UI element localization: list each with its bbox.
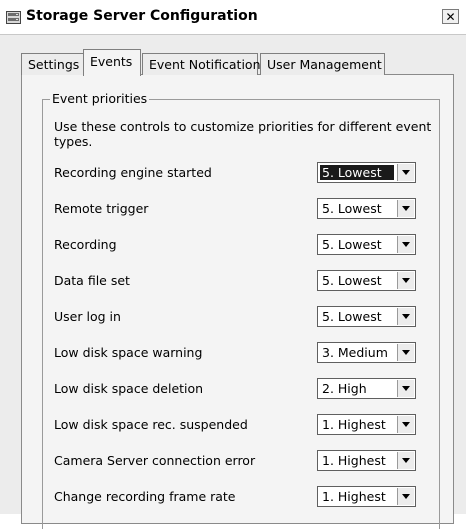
group-title: Event priorities <box>50 91 150 106</box>
priority-value: 2. High <box>322 381 367 396</box>
priority-select[interactable]: 3. Medium <box>317 342 416 363</box>
priority-value: 1. Highest <box>322 417 386 432</box>
priority-value: 1. Highest <box>322 453 386 468</box>
close-icon[interactable]: ✕ <box>442 9 459 24</box>
dropdown-arrow-icon[interactable] <box>397 416 414 433</box>
dropdown-arrow-icon[interactable] <box>397 164 414 181</box>
priority-value: 5. Lowest <box>322 273 382 288</box>
priority-select[interactable]: 5. Lowest <box>317 234 416 255</box>
event-label: Recording engine started <box>54 165 212 180</box>
event-label: Data file set <box>54 273 130 288</box>
priority-value: 5. Lowest <box>320 165 394 180</box>
dropdown-arrow-icon[interactable] <box>397 236 414 253</box>
event-label: Low disk space warning <box>54 345 203 360</box>
dropdown-arrow-icon[interactable] <box>397 488 414 505</box>
priority-value: 5. Lowest <box>322 309 382 324</box>
event-label: Change recording frame rate <box>54 489 236 504</box>
tab-event-notification[interactable]: Event Notification <box>142 53 261 75</box>
event-label: Remote trigger <box>54 201 149 216</box>
server-app-icon <box>6 11 21 24</box>
event-label: Low disk space rec. suspended <box>54 417 248 432</box>
dropdown-arrow-icon[interactable] <box>397 452 414 469</box>
configuration-window: Storage Server Configuration ✕ Settings … <box>0 0 466 529</box>
tab-settings[interactable]: Settings <box>21 53 84 75</box>
priority-select[interactable]: 5. Lowest <box>317 306 416 327</box>
dropdown-arrow-icon[interactable] <box>397 272 414 289</box>
window-title: Storage Server Configuration <box>26 8 258 24</box>
priority-select[interactable]: 1. Highest <box>317 414 416 435</box>
tab-user-management[interactable]: User Management <box>260 53 385 75</box>
tab-events[interactable]: Events <box>83 49 141 76</box>
event-label: Low disk space deletion <box>54 381 204 396</box>
group-description: Use these controls to customize prioriti… <box>54 119 432 149</box>
title-bar: Storage Server Configuration ✕ <box>0 0 466 35</box>
dropdown-arrow-icon[interactable] <box>397 344 414 361</box>
priority-select[interactable]: 5. Lowest <box>317 198 416 219</box>
priority-select[interactable]: 1. Highest <box>317 450 416 471</box>
priority-select[interactable]: 5. Lowest <box>317 270 416 291</box>
event-label: User log in <box>54 309 121 324</box>
priority-select[interactable]: 1. Highest <box>317 486 416 507</box>
priority-select[interactable]: 5. Lowest <box>317 162 416 183</box>
priority-value: 5. Lowest <box>322 237 382 252</box>
dropdown-arrow-icon[interactable] <box>397 200 414 217</box>
priority-value: 1. Highest <box>322 489 386 504</box>
event-label: Recording <box>54 237 117 252</box>
priority-select[interactable]: 2. High <box>317 378 416 399</box>
event-label: Camera Server connection error <box>54 453 256 468</box>
priority-value: 3. Medium <box>322 345 388 360</box>
priority-value: 5. Lowest <box>322 201 382 216</box>
dropdown-arrow-icon[interactable] <box>397 308 414 325</box>
dropdown-arrow-icon[interactable] <box>397 380 414 397</box>
